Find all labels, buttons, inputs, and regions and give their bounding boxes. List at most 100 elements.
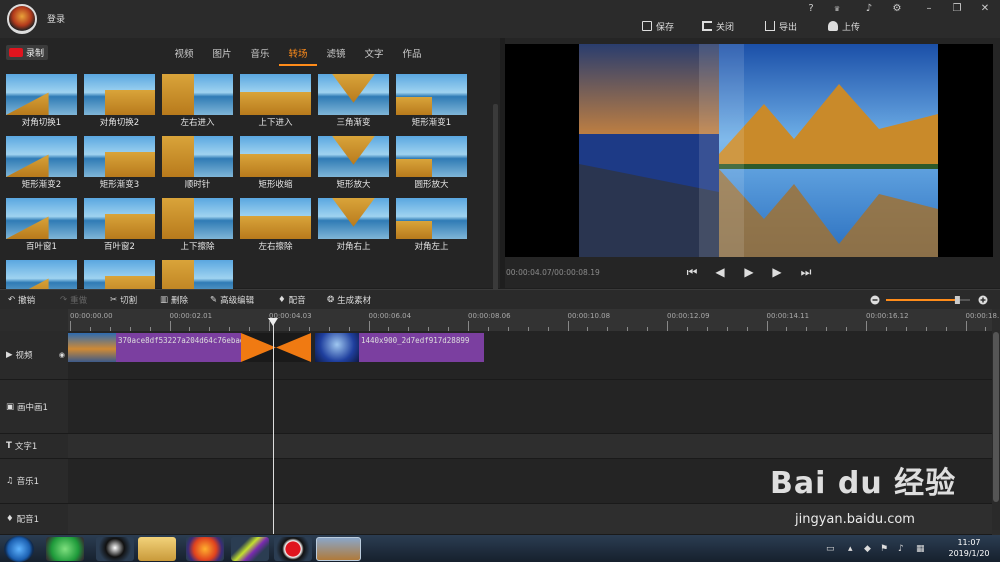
transition-thumbnail <box>162 136 233 177</box>
qq-icon[interactable] <box>96 537 134 561</box>
save-button[interactable]: 保存 <box>642 18 674 34</box>
ruler-label: 00:00:18. <box>965 312 1000 320</box>
transition-thumbnail <box>162 74 233 115</box>
minimize-icon[interactable]: – <box>920 2 938 16</box>
gear-icon[interactable]: ⚙ <box>888 2 906 16</box>
zoom-slider[interactable] <box>870 294 990 306</box>
transition-label: 对角左上 <box>414 242 449 252</box>
avatar[interactable] <box>7 4 37 34</box>
tab-video[interactable]: 视频 <box>165 46 203 66</box>
transition-thumbnail <box>396 198 467 239</box>
recorder-icon[interactable] <box>274 537 312 561</box>
transition-item[interactable]: 百叶窗2 <box>84 198 155 252</box>
restore-icon[interactable]: ❐ <box>948 2 966 16</box>
clip-thumbnail <box>68 333 116 362</box>
help-icon[interactable]: ? <box>802 2 820 16</box>
cut-button[interactable]: ✂ 切割 <box>110 294 137 306</box>
record-button[interactable]: 录制 <box>6 45 48 60</box>
transition-item[interactable]: 对角右上 <box>318 198 389 252</box>
transition-item[interactable]: 上下进入 <box>240 74 311 128</box>
bell-icon[interactable]: ♪ <box>860 2 878 16</box>
track-header-voice: ♦ 配音1 <box>0 504 68 535</box>
transition-item[interactable]: 三角渐变 <box>318 74 389 128</box>
tray-app-icon[interactable]: ◆ <box>864 544 871 554</box>
close-window-icon[interactable]: ✕ <box>976 2 994 16</box>
dub-button[interactable]: ♦ 配音 <box>278 294 306 306</box>
tab-text[interactable]: 文字 <box>355 46 393 66</box>
transition-item[interactable]: 矩形放大 <box>318 136 389 190</box>
transition-item[interactable]: 百叶窗1 <box>6 198 77 252</box>
start-button[interactable] <box>4 536 34 562</box>
app-window: 登录 ? ♛ ♪ ⚙ – ❐ ✕ 保存 关闭 导出 上传 录制 视频 图片 音乐… <box>0 0 1000 562</box>
tab-image[interactable]: 图片 <box>203 46 241 66</box>
transition-item[interactable]: 对角左上 <box>396 198 467 252</box>
advanced-edit-button[interactable]: ✎ 高级编辑 <box>210 294 254 306</box>
pip-icon: ▣ <box>6 401 15 412</box>
next-frame-icon[interactable]: ▶ <box>769 264 785 280</box>
scissors-icon: ✂ <box>110 295 118 305</box>
media-library-panel: 录制 视频 图片 音乐 转场 滤镜 文字 作品 对角切换1 对角切换2 左右进入 上下… <box>0 38 500 324</box>
skip-start-icon[interactable]: ⏮ <box>684 264 700 280</box>
transition-label: 矩形渐变3 <box>99 180 140 190</box>
transition-item[interactable]: 顺时针 <box>162 136 233 190</box>
playhead-marker-icon[interactable] <box>268 318 278 326</box>
redo-button[interactable]: ↷ 重做 <box>60 294 87 306</box>
firefox-icon[interactable] <box>186 537 224 561</box>
playhead[interactable] <box>273 318 274 534</box>
transition-item[interactable]: 对角切换1 <box>6 74 77 128</box>
text-track[interactable] <box>68 434 992 459</box>
title-bar: 登录 ? ♛ ♪ ⚙ – ❐ ✕ 保存 关闭 导出 上传 <box>0 0 1000 38</box>
video-editor-taskbar-icon[interactable] <box>316 537 361 561</box>
close-project-button[interactable]: 关闭 <box>702 18 734 34</box>
tab-transition[interactable]: 转场 <box>279 46 317 66</box>
transition-item[interactable]: 矩形收缩 <box>240 136 311 190</box>
ruler-label: 00:00:00.00 <box>70 312 113 320</box>
pip-track[interactable] <box>68 380 992 434</box>
transition-item[interactable]: 圆形放大 <box>396 136 467 190</box>
file-explorer-icon[interactable] <box>138 537 176 561</box>
transition-item[interactable]: 矩形渐变1 <box>396 74 467 128</box>
transition-thumbnail <box>84 136 155 177</box>
undo-button[interactable]: ↶ 撤销 <box>8 294 35 306</box>
tab-works[interactable]: 作品 <box>393 46 431 66</box>
login-link[interactable]: 登录 <box>47 12 65 25</box>
record-icon <box>9 48 23 57</box>
time-ruler[interactable]: 00:00:00.00 00:00:02.01 00:00:04.03 00:00:0… <box>68 309 999 331</box>
generate-button[interactable]: ❂ 生成素材 <box>327 294 371 306</box>
film-reel-icon: ❂ <box>327 295 335 305</box>
delete-button[interactable]: ▥ 删除 <box>160 294 188 306</box>
transition-item[interactable]: 矩形渐变2 <box>6 136 77 190</box>
video-clip-2[interactable]: 1440x900_2d7edf917d28899 <box>315 333 484 362</box>
taskbar-clock[interactable]: 11:07 2019/1/20 <box>940 537 998 559</box>
video-clip-1[interactable]: 370ace8df53227a204d64c76ebad <box>68 333 241 362</box>
transition-item[interactable]: 上下擦除 <box>162 198 233 252</box>
transition-item[interactable]: 矩形渐变3 <box>84 136 155 190</box>
tray-flag-icon[interactable]: ⚑ <box>880 544 888 554</box>
media-app-icon[interactable] <box>231 537 269 561</box>
transition-item[interactable]: 左右擦除 <box>240 198 311 252</box>
play-icon[interactable]: ▶ <box>741 264 757 280</box>
eye-icon[interactable]: ◉ <box>59 351 65 359</box>
vip-icon[interactable]: ♛ <box>828 2 846 16</box>
skip-end-icon[interactable]: ⏭ <box>798 264 814 280</box>
timeline-scrollbar[interactable] <box>992 330 1000 530</box>
volume-icon[interactable]: ♪ <box>898 544 904 554</box>
app-360-icon[interactable] <box>46 537 84 561</box>
prev-frame-icon[interactable]: ◀ <box>712 264 728 280</box>
transition-label: 左右进入 <box>180 118 215 128</box>
video-track[interactable]: 370ace8df53227a204d64c76ebad 1440x900_2d… <box>68 331 992 380</box>
tray-keyboard-icon[interactable]: ▭ <box>826 544 835 554</box>
network-icon[interactable]: ▦ <box>916 544 925 554</box>
tab-filter[interactable]: 滤镜 <box>317 46 355 66</box>
tray-arrow-icon[interactable]: ▴ <box>848 544 853 554</box>
ruler-tick <box>468 321 469 331</box>
transition-thumbnail <box>240 198 311 239</box>
ruler-label: 00:00:02.01 <box>169 312 213 320</box>
export-button[interactable]: 导出 <box>765 18 797 34</box>
transition-label: 圆形放大 <box>414 180 449 190</box>
upload-button[interactable]: 上传 <box>828 18 860 34</box>
tab-music[interactable]: 音乐 <box>241 46 279 66</box>
transition-item[interactable]: 对角切换2 <box>84 74 155 128</box>
transition-item[interactable]: 左右进入 <box>162 74 233 128</box>
transition-clip[interactable] <box>241 333 311 362</box>
